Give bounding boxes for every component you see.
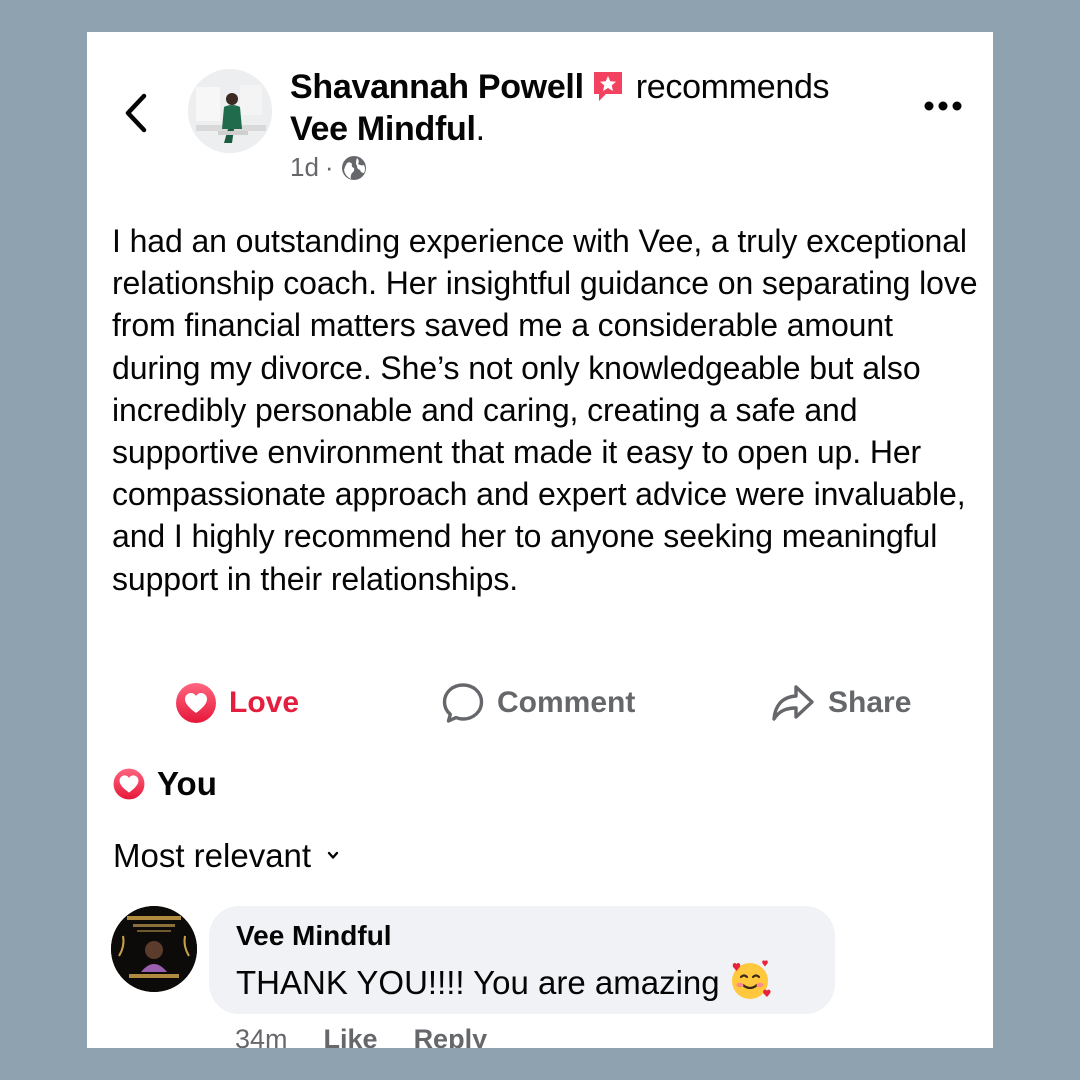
smiling-face-with-hearts-emoji-icon bbox=[731, 960, 771, 999]
comment-label: Comment bbox=[497, 686, 636, 719]
post-time[interactable]: 1d bbox=[290, 152, 319, 183]
author-avatar[interactable] bbox=[188, 69, 272, 153]
post-card: Shavannah Powell recommends Vee Mindful.… bbox=[87, 32, 993, 1048]
comment-text-line: THANK YOU!!!! You are amazing bbox=[236, 958, 772, 1002]
reaction-summary-text: You bbox=[157, 765, 217, 802]
comment-bubble: Vee Mindful THANK YOU!!!! You are amazin… bbox=[209, 906, 835, 1014]
chevron-down-icon bbox=[327, 851, 339, 859]
love-reaction-icon bbox=[111, 766, 147, 802]
share-icon bbox=[772, 685, 814, 721]
meta-separator: · bbox=[324, 152, 334, 182]
share-label: Share bbox=[828, 686, 912, 719]
share-button[interactable]: Share bbox=[770, 678, 911, 728]
love-reaction-icon bbox=[176, 683, 216, 723]
author-name[interactable]: Shavannah Powell bbox=[290, 68, 584, 106]
post-body: I had an outstanding experience with Vee… bbox=[112, 223, 978, 597]
commenter-avatar[interactable] bbox=[111, 906, 197, 992]
post-headline: Shavannah Powell recommends Vee Mindful. bbox=[290, 66, 890, 150]
love-button[interactable]: Love bbox=[175, 678, 299, 728]
globe-icon[interactable] bbox=[340, 154, 368, 182]
comment-text: THANK YOU!!!! You are amazing bbox=[236, 964, 720, 1001]
reaction-summary[interactable]: You bbox=[111, 765, 217, 803]
comment-sort-dropdown[interactable]: Most relevant bbox=[113, 837, 341, 875]
back-arrow-icon[interactable] bbox=[119, 90, 155, 136]
comment-like-button[interactable]: Like bbox=[324, 1024, 378, 1048]
post-meta: 1d · bbox=[290, 152, 368, 183]
page-name[interactable]: Vee Mindful bbox=[290, 110, 476, 148]
comment-icon bbox=[442, 683, 484, 723]
more-options-icon[interactable] bbox=[921, 94, 965, 118]
comment-author[interactable]: Vee Mindful bbox=[236, 920, 392, 952]
comment-button[interactable]: Comment bbox=[441, 678, 635, 728]
love-label: Love bbox=[229, 686, 300, 719]
page-suffix: . bbox=[475, 110, 485, 148]
recommends-text: recommends bbox=[635, 68, 830, 106]
comment-reply-button[interactable]: Reply bbox=[414, 1024, 488, 1048]
comment-time[interactable]: 34m bbox=[235, 1024, 288, 1048]
sort-label: Most relevant bbox=[113, 837, 312, 874]
post-actions: Love Comment Share bbox=[87, 678, 993, 728]
recommendation-badge-icon bbox=[593, 72, 622, 101]
comment-meta: 34m Like Reply bbox=[235, 1024, 487, 1048]
